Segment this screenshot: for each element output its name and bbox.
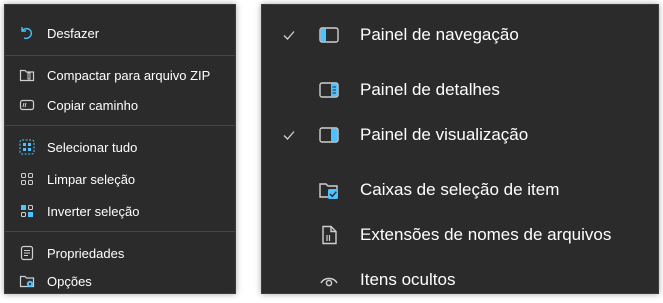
menu-item-label: Selecionar tudo — [47, 139, 138, 155]
menu-item-selecionar-tudo[interactable]: Selecionar tudo — [5, 133, 235, 161]
copy-path-icon — [19, 97, 35, 113]
separator — [5, 231, 235, 232]
checkmark-icon — [282, 128, 296, 142]
menu-item-opcoes[interactable]: Opções — [5, 267, 235, 295]
invert-selection-icon — [19, 203, 35, 219]
menu-item-label: Painel de visualização — [360, 125, 529, 144]
menu-item-label: Desfazer — [47, 25, 100, 41]
preview-pane-icon — [318, 124, 340, 146]
file-extensions-icon — [318, 224, 340, 246]
hidden-items-icon — [318, 269, 340, 291]
menu-item-extensoes-nomes-arquivos[interactable]: Extensões de nomes de arquivos — [262, 212, 658, 258]
menu-item-compactar-zip[interactable]: Compactar para arquivo ZIP — [5, 61, 235, 89]
menu-item-copiar-caminho[interactable]: Copiar caminho — [5, 91, 235, 119]
menu-item-itens-ocultos[interactable]: Itens ocultos — [262, 257, 658, 303]
separator — [5, 55, 235, 56]
menu-item-limpar-selecao[interactable]: Limpar seleção — [5, 165, 235, 193]
undo-icon — [19, 25, 35, 41]
zip-folder-icon — [19, 67, 35, 83]
menu-item-caixas-selecao-item[interactable]: Caixas de seleção de item — [262, 167, 658, 213]
show-submenu: Painel de navegação Painel de detalhes P… — [261, 4, 659, 294]
separator — [5, 125, 235, 126]
menu-item-desfazer[interactable]: Desfazer — [5, 19, 235, 47]
menu-item-label: Caixas de seleção de item — [360, 180, 560, 199]
menu-item-label: Extensões de nomes de arquivos — [360, 225, 612, 244]
menu-item-label: Painel de navegação — [360, 25, 519, 44]
menu-item-propriedades[interactable]: Propriedades — [5, 239, 235, 267]
menu-item-label: Propriedades — [47, 245, 125, 261]
menu-item-painel-visualizacao[interactable]: Painel de visualização — [262, 112, 658, 158]
checkmark-icon — [282, 28, 296, 42]
select-all-icon — [19, 139, 35, 155]
details-pane-icon — [318, 79, 340, 101]
menu-item-label: Itens ocultos — [360, 270, 456, 289]
navigation-pane-icon — [318, 24, 340, 46]
menu-item-inverter-selecao[interactable]: Inverter seleção — [5, 197, 235, 225]
menu-item-label: Opções — [47, 273, 92, 289]
item-checkboxes-icon — [318, 179, 340, 201]
clear-selection-icon — [19, 171, 35, 187]
menu-item-label: Painel de detalhes — [360, 80, 500, 99]
menu-item-label: Inverter seleção — [47, 203, 140, 219]
menu-item-label: Limpar seleção — [47, 171, 136, 187]
menu-item-label: Copiar caminho — [47, 97, 139, 113]
menu-item-painel-detalhes[interactable]: Painel de detalhes — [262, 67, 658, 113]
options-icon — [19, 273, 35, 289]
properties-icon — [19, 245, 35, 261]
context-menu-more-options: Desfazer Compactar para arquivo ZIP Copi… — [4, 4, 236, 294]
menu-item-painel-navegacao[interactable]: Painel de navegação — [262, 12, 658, 58]
menu-item-label: Compactar para arquivo ZIP — [47, 67, 211, 83]
